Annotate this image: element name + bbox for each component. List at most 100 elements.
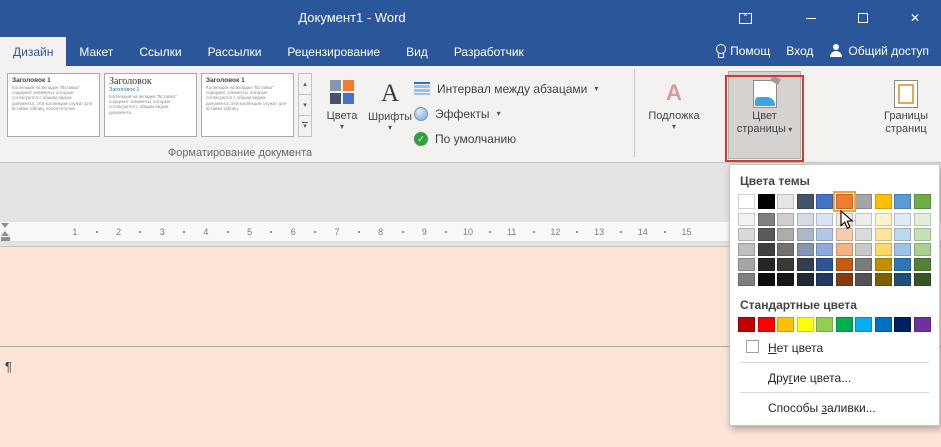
theme-color-swatch[interactable] [796,194,814,209]
standard-color-swatch[interactable] [894,317,912,332]
theme-colors-button[interactable]: Цвета [319,72,365,158]
theme-shade-swatch[interactable] [913,273,931,286]
ribbon-tab[interactable]: Рассылки [195,37,275,66]
theme-shade-swatch[interactable] [855,273,873,286]
tell-me-button[interactable]: Помощ [715,44,770,58]
theme-shade-swatch[interactable] [738,243,756,256]
theme-shade-swatch[interactable] [816,273,834,286]
theme-shade-swatch[interactable] [894,273,912,286]
ribbon-tab[interactable]: Разработчик [441,37,537,66]
no-color-item[interactable]: Нет цвета [738,336,931,359]
theme-shade-swatch[interactable] [913,243,931,256]
theme-shade-swatch[interactable] [835,228,853,241]
theme-shade-swatch[interactable] [874,228,892,241]
set-as-default-button[interactable]: По умолчанию [414,126,598,151]
sign-in-button[interactable]: Вход [786,44,813,58]
close-button[interactable] [889,0,941,36]
theme-shade-swatch[interactable] [777,213,795,226]
theme-shade-swatch[interactable] [796,258,814,271]
theme-shade-swatch[interactable] [816,258,834,271]
left-indent-marker[interactable] [1,236,10,241]
theme-shade-swatch[interactable] [738,228,756,241]
standard-color-swatch[interactable] [855,317,873,332]
ribbon-tab[interactable]: Дизайн [0,37,67,66]
theme-shade-swatch[interactable] [738,213,756,226]
theme-shade-swatch[interactable] [894,228,912,241]
theme-shade-swatch[interactable] [855,258,873,271]
theme-color-swatch[interactable] [913,194,931,209]
theme-shade-swatch[interactable] [855,228,873,241]
theme-shade-swatch[interactable] [913,213,931,226]
theme-shade-swatch[interactable] [835,213,853,226]
standard-color-swatch[interactable] [913,317,931,332]
theme-shade-swatch[interactable] [757,213,775,226]
gallery-scroll-down-button[interactable]: ▾ [298,95,312,116]
more-colors-item[interactable]: Другие цвета... [738,366,931,389]
theme-shade-swatch[interactable] [757,243,775,256]
standard-color-swatch[interactable] [796,317,814,332]
theme-shade-swatch[interactable] [894,243,912,256]
style-set-card-2[interactable]: Заголовок Заголовок 1 Коллекция на вклад… [104,73,197,137]
ribbon-tab[interactable]: Ссылки [126,37,194,66]
effects-button[interactable]: Эффекты [414,101,598,126]
theme-shade-swatch[interactable] [757,273,775,286]
theme-shade-swatch[interactable] [835,273,853,286]
theme-color-swatch[interactable] [874,194,892,209]
maximize-button[interactable] [837,0,889,36]
theme-shade-swatch[interactable] [777,243,795,256]
theme-color-swatch[interactable] [777,194,795,209]
theme-shade-swatch[interactable] [855,243,873,256]
standard-color-swatch[interactable] [738,317,756,332]
standard-color-swatch[interactable] [757,317,775,332]
standard-color-swatch[interactable] [777,317,795,332]
theme-shade-swatch[interactable] [738,258,756,271]
theme-shade-swatch[interactable] [894,258,912,271]
theme-shade-swatch[interactable] [874,258,892,271]
fill-effects-item[interactable]: Способы заливки... [738,396,931,419]
theme-shade-swatch[interactable] [835,258,853,271]
theme-shade-swatch[interactable] [816,243,834,256]
gallery-scroll-up-button[interactable]: ▴ [298,73,312,95]
theme-color-swatch[interactable] [894,194,912,209]
minimize-button[interactable] [785,0,837,36]
style-set-card-3[interactable]: Заголовок 1 Коллекция на вкладке "Вставк… [201,73,294,137]
watermark-button[interactable]: A Подложка [642,72,706,158]
theme-shade-swatch[interactable] [894,213,912,226]
theme-shade-swatch[interactable] [796,273,814,286]
hanging-indent-marker[interactable] [1,231,9,236]
theme-shade-swatch[interactable] [777,273,795,286]
theme-shade-swatch[interactable] [796,228,814,241]
theme-shade-swatch[interactable] [757,228,775,241]
standard-color-swatch[interactable] [835,317,853,332]
theme-shade-swatch[interactable] [738,273,756,286]
ribbon-tab[interactable]: Рецензирование [274,37,393,66]
gallery-more-button[interactable]: ▾ [298,116,312,137]
theme-color-swatch[interactable] [738,194,756,209]
ribbon-display-options-button[interactable] [719,0,771,36]
standard-color-swatch[interactable] [874,317,892,332]
theme-shade-swatch[interactable] [796,213,814,226]
theme-color-swatch[interactable] [855,194,873,209]
theme-shade-swatch[interactable] [913,258,931,271]
theme-color-swatch[interactable] [816,194,834,209]
indent-markers[interactable] [1,223,11,241]
theme-shade-swatch[interactable] [777,228,795,241]
theme-shade-swatch[interactable] [816,213,834,226]
theme-color-swatch[interactable] [757,194,775,209]
style-set-card-1[interactable]: Заголовок 1 Коллекция на вкладке "Вставк… [7,73,100,137]
paragraph-spacing-button[interactable]: Интервал между абзацами [414,76,598,101]
share-button[interactable]: Общий доступ [829,44,929,58]
theme-shade-swatch[interactable] [757,258,775,271]
theme-shade-swatch[interactable] [913,228,931,241]
theme-shade-swatch[interactable] [777,258,795,271]
theme-shade-swatch[interactable] [816,228,834,241]
theme-shade-swatch[interactable] [874,273,892,286]
theme-shade-swatch[interactable] [796,243,814,256]
ribbon-tab[interactable]: Вид [393,37,441,66]
theme-shade-swatch[interactable] [855,213,873,226]
page-borders-button[interactable]: Границы страниц [874,72,938,158]
theme-shade-swatch[interactable] [874,213,892,226]
first-line-indent-marker[interactable] [1,223,9,228]
standard-color-swatch[interactable] [816,317,834,332]
theme-shade-swatch[interactable] [835,243,853,256]
